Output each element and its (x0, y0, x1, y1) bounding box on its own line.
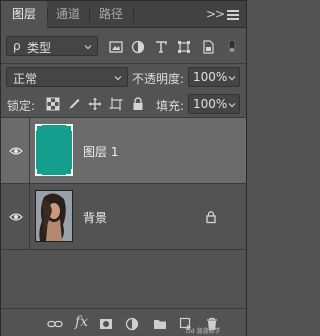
blend-mode-value: 正常 (13, 72, 38, 86)
lock-position-icon[interactable] (88, 97, 102, 111)
shape-filter-icon[interactable] (177, 40, 191, 54)
filter-row: ρ 类型 (1, 29, 246, 63)
blend-mode-dropdown[interactable]: 正常 (6, 67, 128, 87)
fill-label: 填充: (156, 99, 185, 113)
lock-all-icon[interactable] (131, 97, 145, 111)
visibility-eye-icon[interactable] (9, 146, 23, 156)
adjustment-filter-icon[interactable] (131, 40, 145, 54)
pixel-layer-filter-icon[interactable] (109, 40, 123, 54)
lock-icon[interactable] (204, 210, 218, 224)
layer-thumbnail[interactable] (35, 124, 73, 176)
type-filter-icon[interactable] (154, 40, 168, 54)
adjustment-layer-icon[interactable] (125, 317, 139, 331)
filter-kind-dropdown[interactable]: ρ 类型 (6, 36, 98, 56)
fill-field[interactable]: 100% (188, 94, 240, 114)
chevron-down-icon (84, 43, 92, 51)
chevron-down-icon (114, 74, 122, 82)
chevron-down-icon (228, 74, 236, 82)
chevron-down-icon (228, 101, 236, 109)
layer-row-background[interactable]: 背景 (1, 184, 246, 249)
layer-name[interactable]: 背景 (83, 209, 107, 226)
column-divider (29, 184, 30, 249)
lock-image-pixels-icon[interactable] (67, 97, 81, 111)
new-group-folder-icon[interactable] (153, 317, 167, 331)
tab-separator (133, 8, 134, 22)
lock-transparent-pixels-icon[interactable] (46, 97, 60, 111)
fill-value: 100% (193, 97, 228, 111)
lock-row: 锁定: 填充: 100% (1, 91, 246, 117)
filter-toggle-icon[interactable] (227, 39, 237, 55)
link-layers-icon[interactable] (47, 317, 63, 331)
layer-row-layer-1[interactable]: 图层 1 (1, 118, 246, 183)
divider (1, 249, 246, 250)
tab-paths[interactable]: 路径 (89, 1, 133, 28)
smart-object-filter-icon[interactable] (201, 40, 215, 54)
layer-style-fx-button[interactable]: fx (75, 314, 93, 330)
lock-artboard-icon[interactable] (109, 97, 123, 111)
panel-menu-icon[interactable] (226, 8, 240, 22)
layer-thumbnail-portrait[interactable] (35, 190, 73, 242)
bottom-toolbar: fx ttd 溜溜教学 (1, 308, 246, 336)
blend-row: 正常 不透明度: 100% (1, 64, 246, 90)
layers-panel: 图层 通道 路径 >> ρ 类型 正常 不透明度: 100% 锁定: 填充: 1… (0, 0, 247, 336)
layer-name[interactable]: 图层 1 (83, 143, 118, 160)
search-prefix-icon: ρ (13, 39, 21, 53)
tab-layers[interactable]: 图层 (1, 1, 47, 29)
lock-label: 锁定: (7, 99, 36, 113)
filter-kind-label: 类型 (27, 41, 52, 55)
tab-channels[interactable]: 通道 (47, 1, 89, 28)
opacity-field[interactable]: 100% (188, 67, 240, 87)
watermark: ttd 溜溜教学 (186, 328, 221, 335)
visibility-eye-icon[interactable] (9, 212, 23, 222)
column-divider (29, 118, 30, 183)
opacity-label: 不透明度: (132, 72, 185, 86)
opacity-value: 100% (193, 70, 228, 84)
add-mask-icon[interactable] (99, 317, 113, 331)
tab-bar: 图层 通道 路径 >> (1, 1, 246, 29)
collapse-panel-button[interactable]: >> (206, 1, 225, 28)
